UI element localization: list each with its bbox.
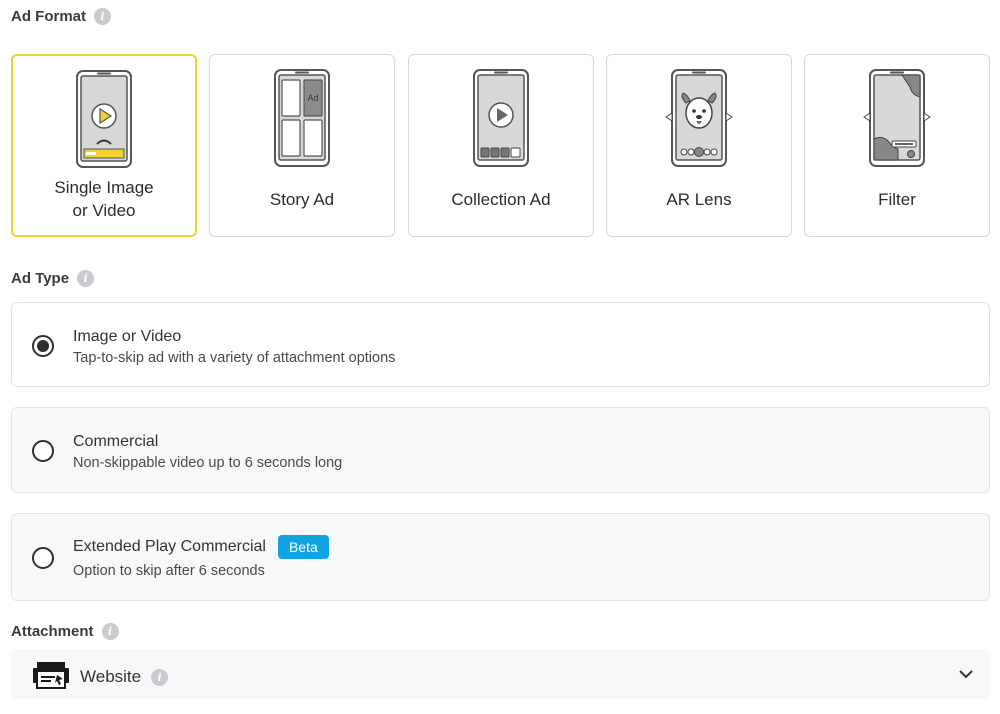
attachment-value-text: Website	[80, 667, 142, 686]
ad-type-title: Commercial	[73, 433, 158, 451]
ad-type-title: Image or Video	[73, 328, 181, 346]
website-icon	[33, 662, 69, 689]
ad-type-option-commercial[interactable]: Commercial Non-skippable video up to 6 s…	[11, 407, 990, 493]
format-card-collection-ad[interactable]: Collection Ad	[408, 54, 594, 237]
ad-type-title-text: Extended Play Commercial	[73, 538, 266, 555]
attachment-select[interactable]: Website i	[11, 649, 990, 699]
radio-button-selected[interactable]	[32, 335, 54, 357]
ad-type-description: Option to skip after 6 seconds	[73, 563, 265, 579]
chevron-down-icon[interactable]	[958, 666, 974, 682]
ad-type-description: Tap-to-skip ad with a variety of attachm…	[73, 350, 396, 366]
ad-format-options: Single Image or Video Ad Story Ad Collec…	[11, 54, 990, 237]
format-label-ar-lens: AR Lens	[666, 190, 732, 209]
story-ad-phone-icon: Ad	[274, 69, 330, 167]
attachment-label: Attachment i	[11, 623, 119, 640]
format-label-line2: or Video	[72, 201, 136, 220]
ad-type-title: Extended Play Commercial Beta	[73, 535, 329, 559]
ad-type-title-text: Image or Video	[73, 328, 182, 345]
format-label-filter: Filter	[878, 190, 916, 209]
story-ad-tag: Ad	[307, 93, 318, 103]
single-image-phone-icon	[76, 70, 132, 168]
radio-button[interactable]	[32, 547, 54, 569]
ad-format-label-text: Ad Format	[11, 8, 86, 25]
format-label-single-image: Single Image or Video	[13, 176, 195, 222]
attachment-label-text: Attachment	[11, 623, 94, 640]
ad-format-label: Ad Format i	[11, 8, 111, 25]
info-icon[interactable]: i	[101, 623, 119, 640]
ad-type-description: Non-skippable video up to 6 seconds long	[73, 455, 343, 471]
collection-ad-phone-icon	[473, 69, 529, 167]
ad-type-title-text: Commercial	[73, 433, 159, 450]
ad-type-label-text: Ad Type	[11, 270, 70, 287]
attachment-value: Website i	[80, 667, 169, 687]
format-card-story-ad[interactable]: Ad Story Ad	[209, 54, 395, 237]
format-label-story-ad: Story Ad	[269, 190, 335, 209]
info-icon[interactable]: i	[77, 270, 95, 287]
format-label-line1: Single Image	[54, 178, 154, 197]
format-card-filter[interactable]: Filter	[804, 54, 990, 237]
ar-lens-phone-icon	[665, 69, 733, 167]
ad-type-option-extended-play[interactable]: Extended Play Commercial Beta Option to …	[11, 513, 990, 601]
radio-button[interactable]	[32, 440, 54, 462]
info-icon[interactable]: i	[151, 668, 169, 686]
info-icon[interactable]: i	[94, 8, 111, 25]
format-card-ar-lens[interactable]: AR Lens	[606, 54, 792, 237]
format-label-collection-ad: Collection Ad	[451, 190, 551, 209]
ad-type-label: Ad Type i	[11, 270, 95, 287]
beta-badge: Beta	[277, 535, 329, 559]
ad-type-option-image-or-video[interactable]: Image or Video Tap-to-skip ad with a var…	[11, 302, 990, 387]
format-card-single-image[interactable]: Single Image or Video	[11, 54, 197, 237]
filter-phone-icon	[863, 69, 931, 167]
